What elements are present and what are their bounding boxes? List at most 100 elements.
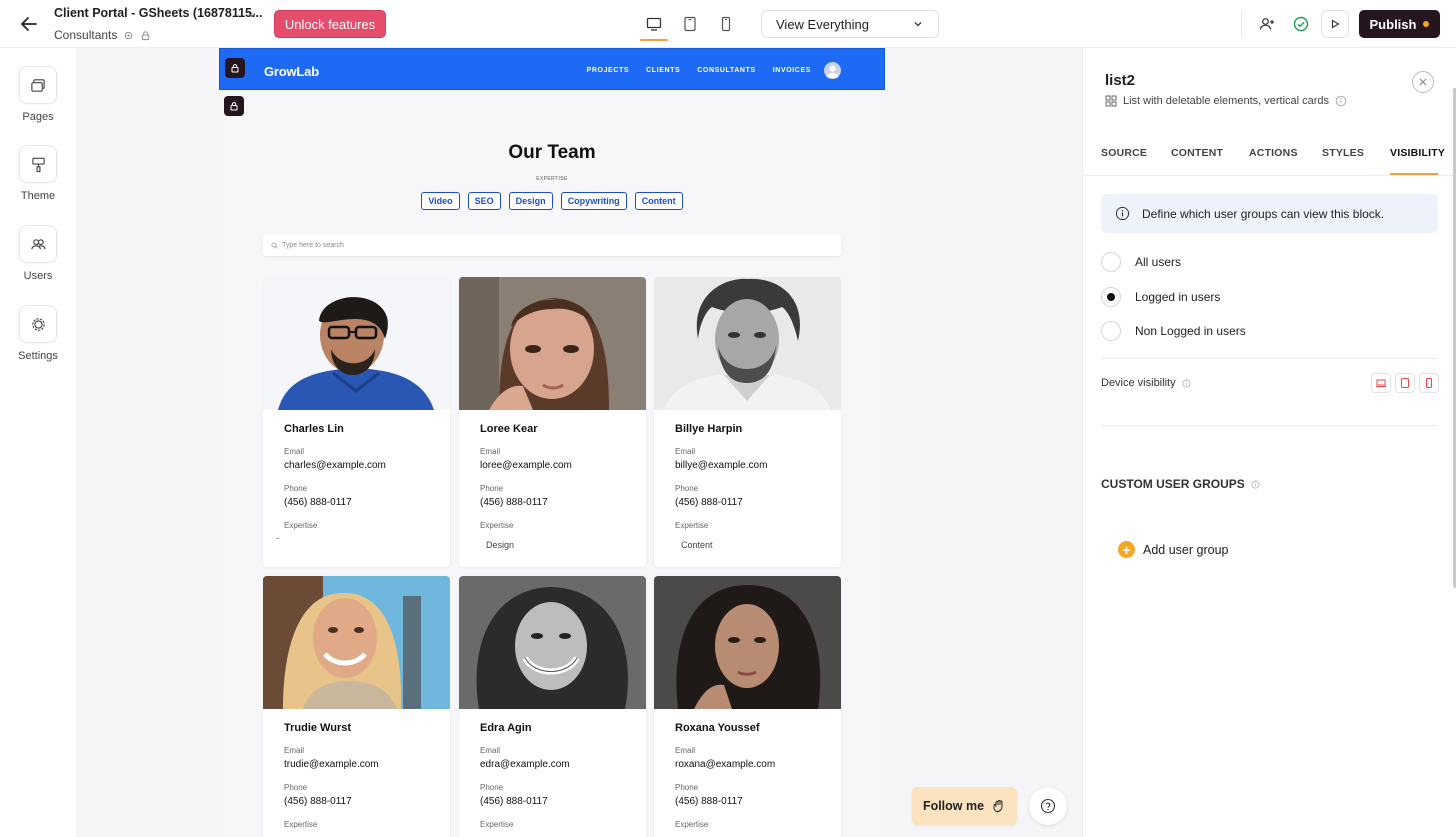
left-sidebar: Pages Theme Users Settings [0, 48, 76, 837]
tag-seo[interactable]: SEO [467, 192, 501, 210]
sidebar-item-theme[interactable]: Theme [0, 145, 76, 202]
sidebar-item-users[interactable]: Users [0, 225, 76, 282]
profile-photo [263, 277, 450, 410]
tablet-visibility-toggle[interactable] [1395, 373, 1415, 393]
close-button[interactable] [1412, 71, 1434, 93]
nav-link-invoices[interactable]: INVOICES [773, 67, 811, 74]
site-navbar[interactable]: GrowLab PROJECTS CLIENTS CONSULTANTS INV… [219, 48, 885, 90]
team-card-roxana-youssef[interactable]: Roxana Youssef Email roxana@example.com … [654, 576, 841, 837]
desktop-view-button[interactable] [638, 8, 670, 41]
radio-button[interactable] [1101, 321, 1121, 341]
gear-icon [19, 305, 57, 343]
team-card-loree-kear[interactable]: Loree Kear Email loree@example.com Phone… [459, 277, 646, 567]
radio-selected-dot [1107, 293, 1115, 301]
info-icon[interactable] [1251, 480, 1260, 489]
nav-link-projects[interactable]: PROJECTS [587, 67, 630, 74]
radio-label: Logged in users [1135, 290, 1221, 304]
add-user-group-button[interactable]: + Add user group [1118, 541, 1228, 558]
phone-label: Phone [675, 484, 699, 493]
info-text: Define which user groups can view this b… [1142, 206, 1385, 221]
chevron-down-icon[interactable] [246, 8, 258, 20]
editor-canvas: GrowLab PROJECTS CLIENTS CONSULTANTS INV… [76, 48, 1082, 837]
check-circle-icon[interactable] [1289, 12, 1313, 36]
follow-me-button[interactable]: Follow me [912, 787, 1017, 825]
mobile-view-button[interactable] [710, 8, 742, 40]
tab-actions[interactable]: ACTIONS [1249, 147, 1298, 159]
preview-button[interactable] [1321, 10, 1349, 38]
site-logo[interactable]: GrowLab [264, 64, 319, 79]
filter-label: EXPERTISE [536, 176, 568, 182]
laptop-icon [1376, 379, 1386, 387]
view-select[interactable]: View Everything [761, 10, 939, 38]
radio-logged-in-users[interactable]: Logged in users [1101, 287, 1220, 307]
tab-visibility[interactable]: VISIBILITY [1390, 147, 1445, 159]
search-input[interactable]: Type here to search [263, 234, 841, 256]
help-button[interactable] [1029, 787, 1067, 825]
sidebar-item-label: Pages [22, 111, 54, 123]
radio-button[interactable] [1101, 252, 1121, 272]
gear-icon[interactable] [123, 30, 134, 41]
team-card-edra-agin[interactable]: Edra Agin Email edra@example.com Phone (… [459, 576, 646, 837]
email-value: billye@example.com [675, 460, 768, 471]
team-card-billye-harpin[interactable]: Billye Harpin Email billye@example.com P… [654, 277, 841, 567]
grid-icon [1105, 95, 1117, 107]
active-tab-indicator [1390, 173, 1438, 175]
custom-user-groups-text: CUSTOM USER GROUPS [1101, 477, 1245, 491]
tag-video[interactable]: Video [421, 192, 460, 210]
page-preview: GrowLab PROJECTS CLIENTS CONSULTANTS INV… [219, 48, 885, 837]
mobile-visibility-toggle[interactable] [1419, 373, 1439, 393]
email-value: charles@example.com [284, 460, 386, 471]
sidebar-item-label: Settings [18, 350, 58, 362]
tag-copywriting[interactable]: Copywriting [560, 192, 627, 210]
radio-non-logged-in-users[interactable]: Non Logged in users [1101, 321, 1246, 341]
card-name: Charles Lin [284, 423, 344, 435]
nav-link-consultants[interactable]: CONSULTANTS [697, 67, 755, 74]
device-visibility-text: Device visibility [1101, 377, 1176, 389]
chevron-down-icon [914, 22, 922, 27]
tag-content[interactable]: Content [634, 192, 683, 210]
radio-button[interactable] [1101, 287, 1121, 307]
expertise-label: Expertise [480, 521, 514, 530]
profile-photo [654, 576, 841, 709]
block-title[interactable]: list2 [1105, 72, 1135, 89]
current-page-name: Consultants [54, 28, 118, 42]
back-arrow-icon[interactable] [16, 12, 42, 36]
sidebar-item-pages[interactable]: Pages [0, 66, 76, 123]
email-value: loree@example.com [480, 460, 572, 471]
add-user-icon[interactable] [1255, 12, 1279, 36]
desktop-visibility-toggle[interactable] [1371, 373, 1391, 393]
radio-all-users[interactable]: All users [1101, 252, 1181, 272]
nav-link-clients[interactable]: CLIENTS [646, 67, 680, 74]
phone-label: Phone [284, 484, 308, 493]
card-name: Edra Agin [480, 722, 532, 734]
tab-content[interactable]: CONTENT [1171, 147, 1223, 159]
card-name: Billye Harpin [675, 423, 743, 435]
avatar[interactable] [824, 62, 841, 79]
lock-icon[interactable] [140, 30, 151, 41]
close-icon [1419, 78, 1427, 86]
app-title[interactable]: Client Portal - GSheets (16878115... [54, 6, 262, 20]
tab-source[interactable]: SOURCE [1101, 147, 1147, 159]
device-visibility-toggles [1371, 373, 1439, 393]
email-value: edra@example.com [480, 759, 570, 770]
team-card-charles-lin[interactable]: Charles Lin Email charles@example.com Ph… [263, 277, 450, 567]
expertise-label: Expertise [284, 820, 318, 829]
publish-button[interactable]: Publish [1359, 10, 1440, 38]
team-card-trudie-wurst[interactable]: Trudie Wurst Email trudie@example.com Ph… [263, 576, 450, 837]
radio-label: All users [1135, 255, 1182, 269]
info-icon[interactable] [1335, 95, 1347, 107]
tablet-view-button[interactable] [674, 8, 706, 40]
expertise-value: - [276, 533, 279, 543]
device-switcher [638, 8, 742, 41]
mobile-icon [721, 16, 731, 32]
lock-icon[interactable] [225, 58, 245, 78]
lock-icon[interactable] [224, 96, 244, 116]
info-icon[interactable] [1182, 379, 1191, 388]
tab-styles[interactable]: STYLES [1322, 147, 1364, 159]
phone-value: (456) 888-0117 [284, 796, 352, 807]
tag-design[interactable]: Design [508, 192, 553, 210]
unlock-features-button[interactable]: Unlock features [274, 10, 386, 38]
sidebar-item-settings[interactable]: Settings [0, 305, 76, 362]
current-page[interactable]: Consultants [54, 28, 151, 42]
expertise-value: Content [681, 540, 713, 550]
